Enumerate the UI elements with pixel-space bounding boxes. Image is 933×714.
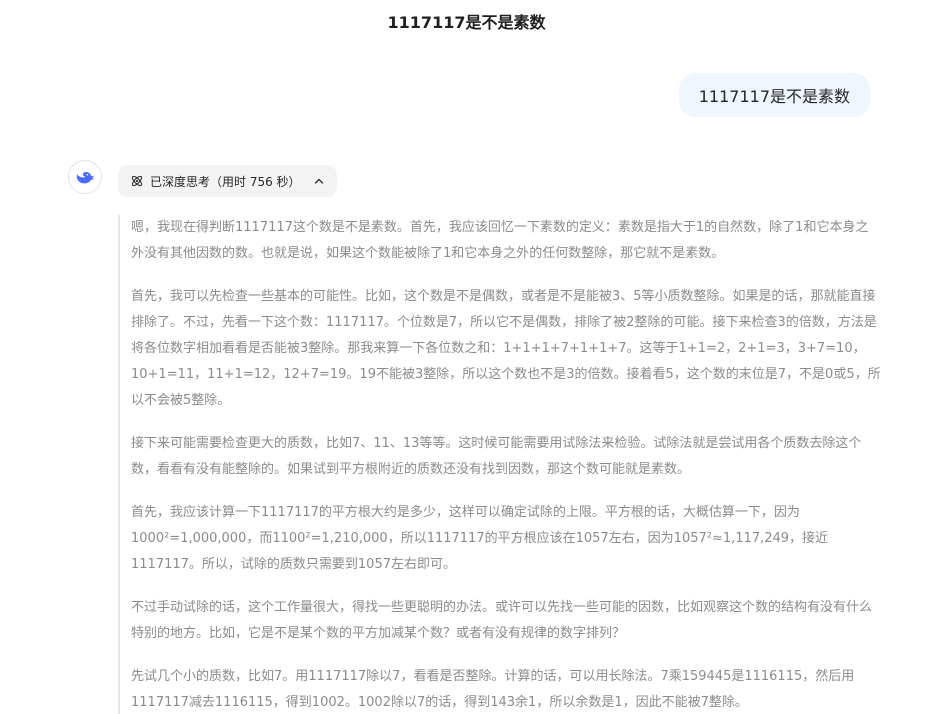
- thinking-content: 嗯，我现在得判断1117117这个数是不是素数。首先，我应该回忆一下素数的定义：…: [118, 215, 881, 714]
- thinking-paragraph: 不过手动试除的话，这个工作量很大，得找一些更聪明的办法。或许可以先找一些可能的因…: [131, 600, 873, 641]
- page-title: 1117117是不是素数: [387, 13, 546, 32]
- whale-logo-icon: [74, 166, 96, 188]
- deep-think-toggle[interactable]: 已深度思考（用时 756 秒）: [118, 165, 337, 197]
- deep-think-label: 已深度思考（用时 756 秒）: [150, 174, 301, 189]
- thinking-paragraph: 先试几个小的质数，比如7。用1117117除以7，看看是否整除。计算的话，可以用…: [131, 669, 855, 710]
- thinking-paragraph: 首先，我可以先检查一些基本的可能性。比如，这个数是不是偶数，或者是不是能被3、5…: [131, 289, 881, 408]
- assistant-avatar: [68, 160, 102, 194]
- chat-page: 1117117是不是素数 1117117是不是素数 已深度思考（用时 756 秒…: [0, 0, 933, 714]
- thinking-paragraph: 首先，我应该计算一下1117117的平方根大约是多少，这样可以确定试除的上限。平…: [131, 505, 829, 572]
- atom-icon: [130, 174, 144, 188]
- user-message-bubble: 1117117是不是素数: [678, 73, 870, 117]
- user-message-text: 1117117是不是素数: [698, 87, 850, 106]
- chevron-up-icon: [313, 175, 325, 187]
- thinking-paragraph: 接下来可能需要检查更大的质数，比如7、11、13等等。这时候可能需要用试除法来检…: [131, 436, 862, 477]
- thinking-paragraph: 嗯，我现在得判断1117117这个数是不是素数。首先，我应该回忆一下素数的定义：…: [131, 220, 869, 261]
